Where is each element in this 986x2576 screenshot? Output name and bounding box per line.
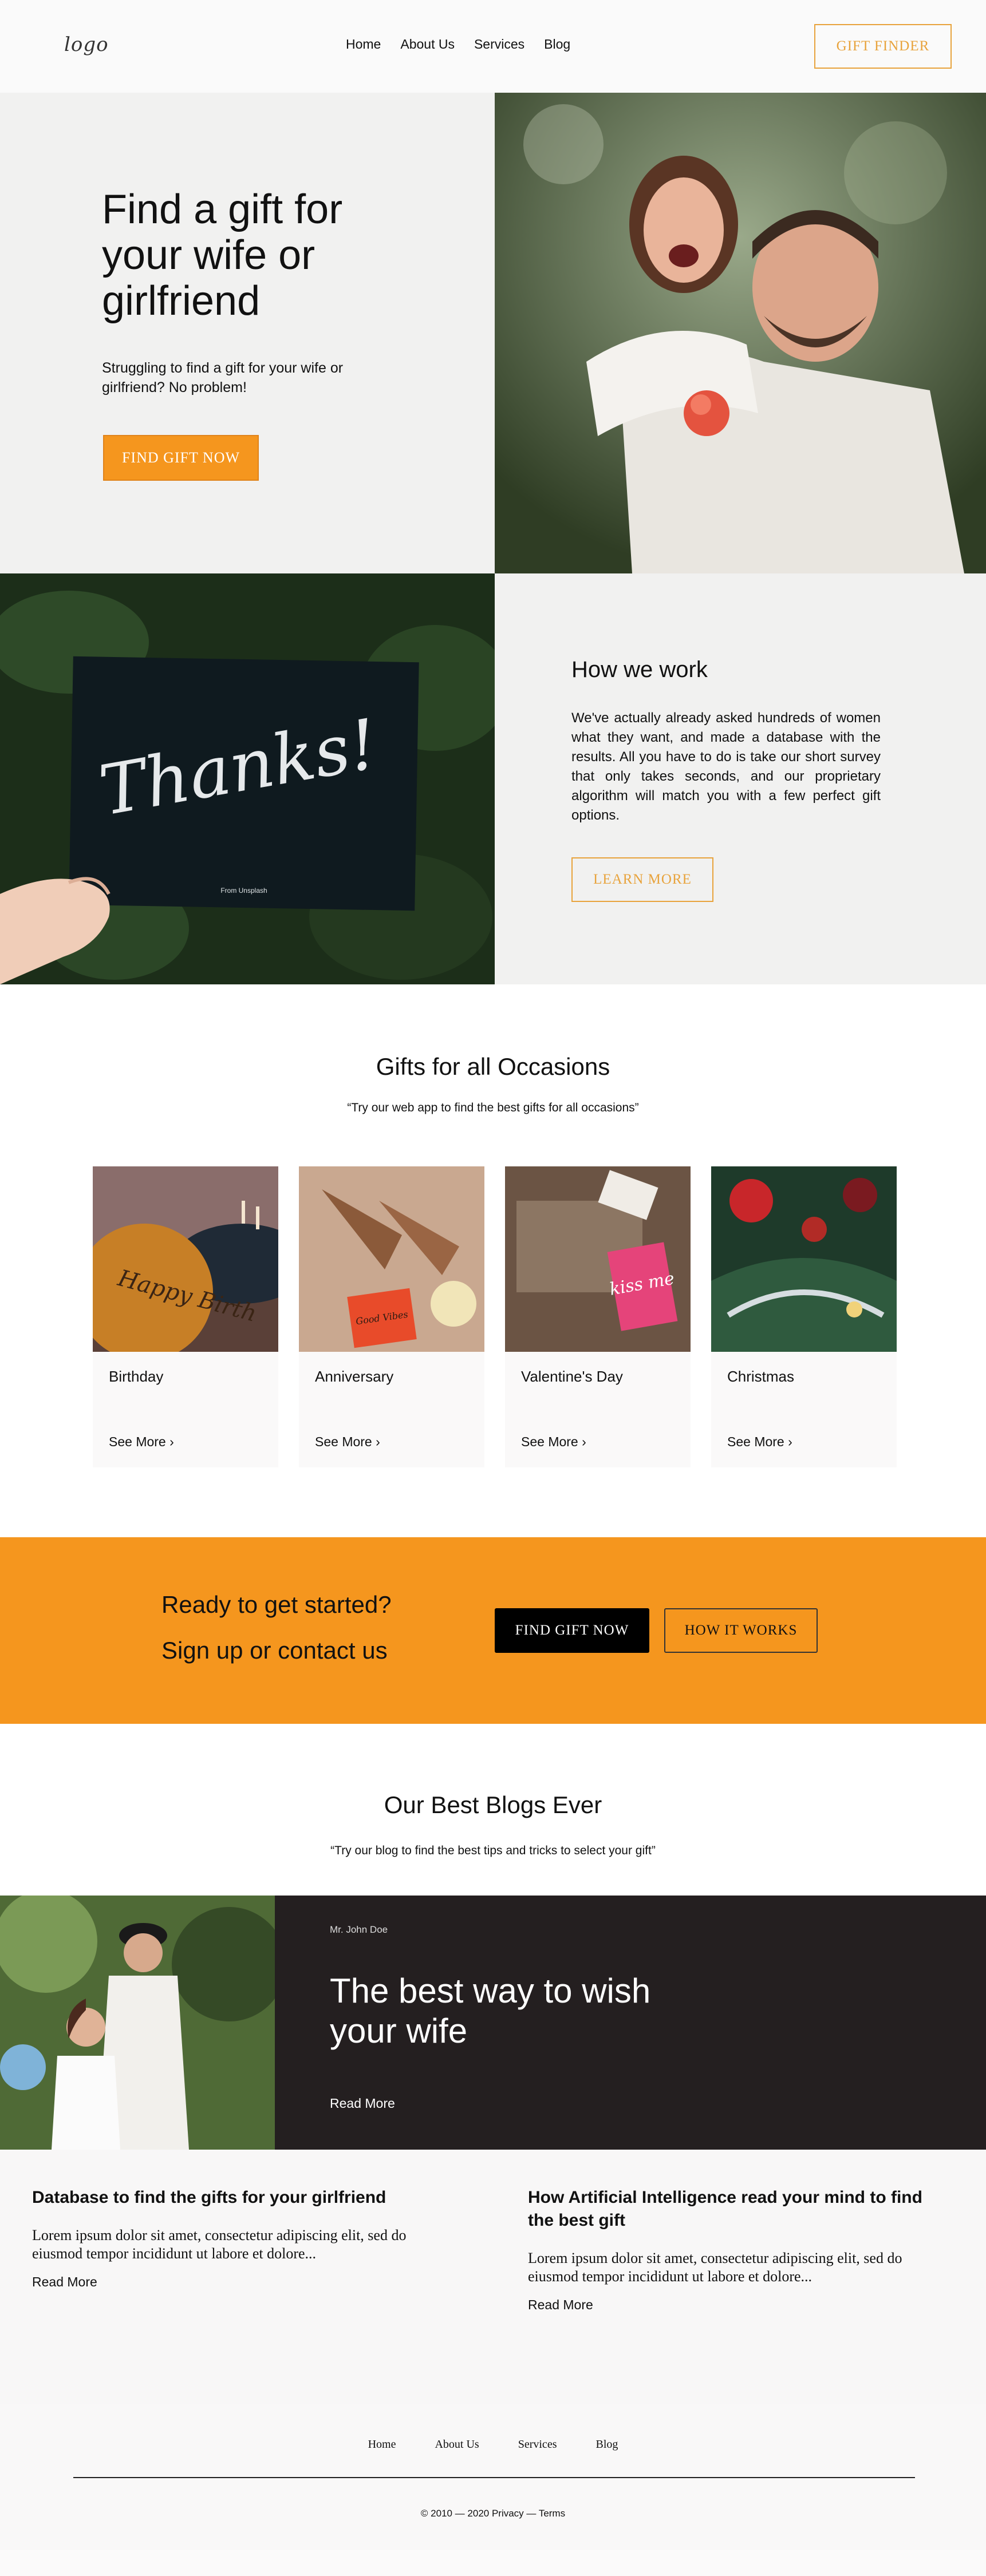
site-footer: Home About Us Services Blog © 2010 — 202… [0,2404,986,2550]
hero-title: Find a gift for your wife or girlfriend [102,187,343,324]
featured-blog-image [0,1896,275,2150]
how-we-work-section: Thanks! From Unsplash How we work We've … [0,573,986,984]
blogs-header: Our Best Blogs Ever “Try our blog to fin… [0,1724,986,1896]
blog-post-excerpt: Lorem ipsum dolor sit amet, consectetur … [32,2227,407,2262]
blog-author: Mr. John Doe [330,1924,388,1935]
occasion-card-christmas[interactable]: Christmas See More › [711,1166,897,1467]
thanks-card-illustration: Thanks! From Unsplash [0,573,495,984]
read-more-link[interactable]: Read More [528,2297,593,2313]
thanks-card-image: Thanks! From Unsplash [0,573,495,984]
footer-home-link[interactable]: Home [368,2438,396,2451]
footer-nav: Home About Us Services Blog [0,2438,986,2451]
card-title: Anniversary [315,1368,394,1385]
occasions-title: Gifts for all Occasions [376,1053,610,1080]
cta-headline: Ready to get started? [161,1591,392,1618]
find-gift-now-button[interactable]: FIND GIFT NOW [495,1608,649,1653]
read-more-link[interactable]: Read More [330,2096,395,2111]
how-we-work-content: How we work We've actually already asked… [495,573,986,984]
occasion-cards: Happy Birth Birthday See More › Good Vib… [93,1166,897,1467]
blog-post-title: Database to find the gifts for your girl… [32,2188,386,2207]
hero-couple-image [495,93,986,573]
logo[interactable]: logo [64,33,109,56]
how-we-work-text: We've actually already asked hundreds of… [571,710,881,823]
anniversary-image: Good Vibes [299,1166,484,1352]
thanks-card-caption: From Unsplash [220,887,267,895]
footer-services-link[interactable]: Services [518,2438,557,2451]
nav-blog-link[interactable]: Blog [544,37,570,52]
birthday-image: Happy Birth [93,1166,278,1352]
occasion-card-valentines[interactable]: kiss me Valentine's Day See More › [505,1166,691,1467]
copyright-text: © 2010 — 2020 Privacy — Terms [420,2508,566,2519]
valentines-image: kiss me [505,1166,691,1352]
featured-blog: Mr. John Doe The best way to wish your w… [0,1896,986,2150]
blogs-subtitle: “Try our blog to find the best tips and … [330,1844,656,1857]
hero-content: Find a gift for your wife or girlfriend … [0,93,495,573]
occasion-card-birthday[interactable]: Happy Birth Birthday See More › [93,1166,278,1467]
cta-subheadline: Sign up or contact us [161,1637,388,1664]
featured-blog-title: The best way to wish your wife [330,1972,651,2050]
occasion-card-anniversary[interactable]: Good Vibes Anniversary See More › [299,1166,484,1467]
blog-post: How Artificial Intelligence read your mi… [528,2186,952,2313]
see-more-link[interactable]: See More › [727,1434,792,1450]
card-title: Christmas [727,1368,795,1385]
find-gift-now-button[interactable]: FIND GIFT NOW [103,435,259,481]
gift-finder-button[interactable]: GIFT FINDER [814,24,952,69]
read-more-link[interactable]: Read More [32,2274,97,2290]
footer-divider [73,2477,915,2478]
couple-photo-illustration [495,93,986,573]
see-more-link[interactable]: See More › [521,1434,586,1450]
nav-about-link[interactable]: About Us [400,37,455,52]
nav-services-link[interactable]: Services [474,37,524,52]
featured-blog-content: Mr. John Doe The best way to wish your w… [275,1896,986,2150]
footer-about-link[interactable]: About Us [435,2438,479,2451]
blog-posts: Database to find the gifts for your girl… [0,2150,986,2404]
learn-more-button[interactable]: LEARN MORE [571,857,713,902]
footer-blog-link[interactable]: Blog [595,2438,618,2451]
see-more-link[interactable]: See More › [109,1434,174,1450]
christmas-image [711,1166,897,1352]
blog-post-title: How Artificial Intelligence read your mi… [528,2188,922,2230]
see-more-link[interactable]: See More › [315,1434,380,1450]
hero-subtitle: Struggling to find a gift for your wife … [102,360,344,395]
blog-post: Database to find the gifts for your girl… [32,2186,433,2290]
card-title: Valentine's Day [521,1368,623,1385]
occasions-subtitle: “Try our web app to find the best gifts … [347,1101,639,1114]
get-started-section: Ready to get started? Sign up or contact… [0,1537,986,1724]
site-header: logo Home About Us Services Blog GIFT FI… [0,0,986,93]
how-we-work-title: How we work [571,657,708,682]
occasions-section: Gifts for all Occasions “Try our web app… [0,984,986,1537]
hero-section: Find a gift for your wife or girlfriend … [0,93,986,573]
main-nav: Home About Us Services Blog [346,37,570,52]
blog-post-excerpt: Lorem ipsum dolor sit amet, consectetur … [528,2250,902,2285]
card-title: Birthday [109,1368,164,1385]
how-it-works-button[interactable]: HOW IT WORKS [664,1608,818,1653]
blogs-title: Our Best Blogs Ever [384,1791,602,1818]
nav-home-link[interactable]: Home [346,37,381,52]
